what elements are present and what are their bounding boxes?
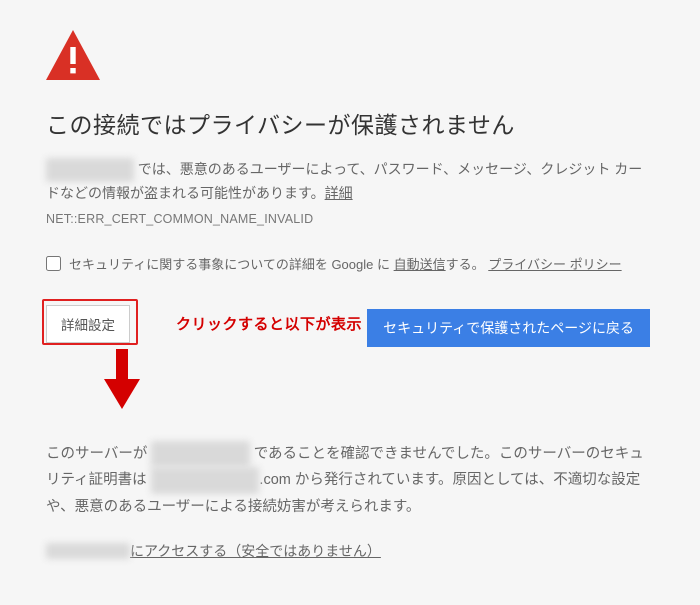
optin-autosend-link[interactable]: 自動送信 xyxy=(394,257,446,272)
back-to-safety-button[interactable]: セキュリティで保護されたページに戻る xyxy=(367,309,650,347)
details-section: このサーバーが xxx xxxxxxxxxx であることを確認できませんでした。… xyxy=(46,441,650,521)
redacted-domain: xxx xxxxxxxxx xyxy=(46,158,134,182)
optin-row: セキュリティに関する事象についての詳細を Google に 自動送信する。 プラ… xyxy=(46,254,650,273)
optin-text: セキュリティに関する事象についての詳細を Google に xyxy=(69,257,390,272)
redacted-issuer: xxxxxxxxxxxxxxx xyxy=(151,467,260,494)
redacted-domain: xxxxxxxxxxxx xyxy=(46,543,130,559)
annotation-arrow-down-icon xyxy=(104,349,140,414)
page-title: この接続ではプライバシーが保護されません xyxy=(46,106,650,140)
proceed-anyway-link[interactable]: xxxxxxxxxxxx にアクセスする（安全ではありません） xyxy=(46,543,381,559)
advanced-button[interactable]: 詳細設定 xyxy=(46,305,130,343)
learn-more-link[interactable]: 詳細 xyxy=(325,185,353,201)
warning-body: xxx xxxxxxxxx では、悪意のあるユーザーによって、パスワード、メッセ… xyxy=(46,158,650,206)
warning-triangle-icon xyxy=(46,30,100,80)
optin-checkbox[interactable] xyxy=(46,256,61,271)
error-code: NET::ERR_CERT_COMMON_NAME_INVALID xyxy=(46,212,650,226)
annotation-text: クリックすると以下が表示 xyxy=(176,313,362,334)
privacy-policy-link[interactable]: プライバシー ポリシー xyxy=(488,257,621,272)
redacted-domain: xxx xxxxxxxxxx xyxy=(151,441,249,468)
